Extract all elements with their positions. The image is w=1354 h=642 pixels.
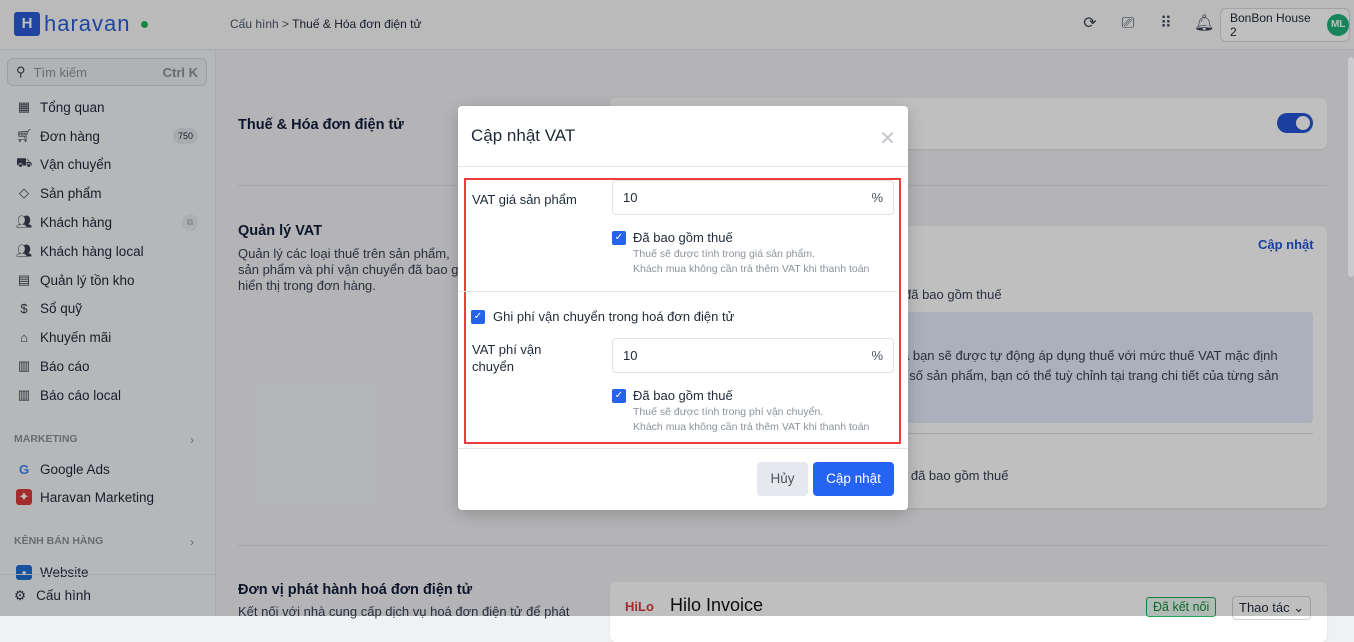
product-tax-included-checkbox[interactable]: ✓	[612, 231, 626, 245]
scrollbar[interactable]	[1348, 57, 1354, 277]
modal-title: Cập nhật VAT	[471, 126, 576, 145]
shipping-tax-included-checkbox[interactable]: ✓	[612, 389, 626, 403]
percent-suffix: %	[871, 190, 883, 205]
hint-line: Thuế sẽ được tính trong phí vận chuyển.	[633, 406, 824, 418]
shipping-vat-label: VAT phí vận	[472, 342, 542, 357]
cancel-button[interactable]: Hủy	[757, 462, 808, 496]
input-value: 10	[623, 190, 638, 205]
product-vat-label: VAT giá sản phẩm	[472, 192, 577, 207]
tax-included-label: Đã bao gồm thuế	[633, 230, 733, 245]
shipping-vat-label: chuyển	[472, 359, 514, 374]
product-vat-input[interactable]: 10%	[612, 180, 894, 215]
shipping-vat-input[interactable]: 10%	[612, 338, 894, 373]
percent-suffix: %	[871, 348, 883, 363]
shipping-einvoice-checkbox[interactable]: ✓	[471, 310, 485, 324]
hint-line: Khách mua không cần trả thêm VAT khi tha…	[633, 263, 870, 275]
divider	[458, 166, 908, 167]
shipping-einvoice-label: Ghi phí vận chuyển trong hoá đơn điện tử	[493, 309, 735, 324]
hint-line: Thuế sẽ được tính trong giá sản phẩm.	[633, 248, 816, 260]
input-value: 10	[623, 348, 638, 363]
tax-included-label: Đã bao gồm thuế	[633, 388, 733, 403]
close-icon[interactable]: ✕	[879, 126, 896, 151]
update-vat-modal: Cập nhật VAT ✕ VAT giá sản phẩm 10% ✓ Đã…	[458, 106, 908, 510]
divider	[458, 448, 908, 449]
update-button[interactable]: Cập nhật	[813, 462, 894, 496]
divider	[458, 291, 898, 292]
hint-line: Khách mua không cần trả thêm VAT khi tha…	[633, 421, 870, 433]
